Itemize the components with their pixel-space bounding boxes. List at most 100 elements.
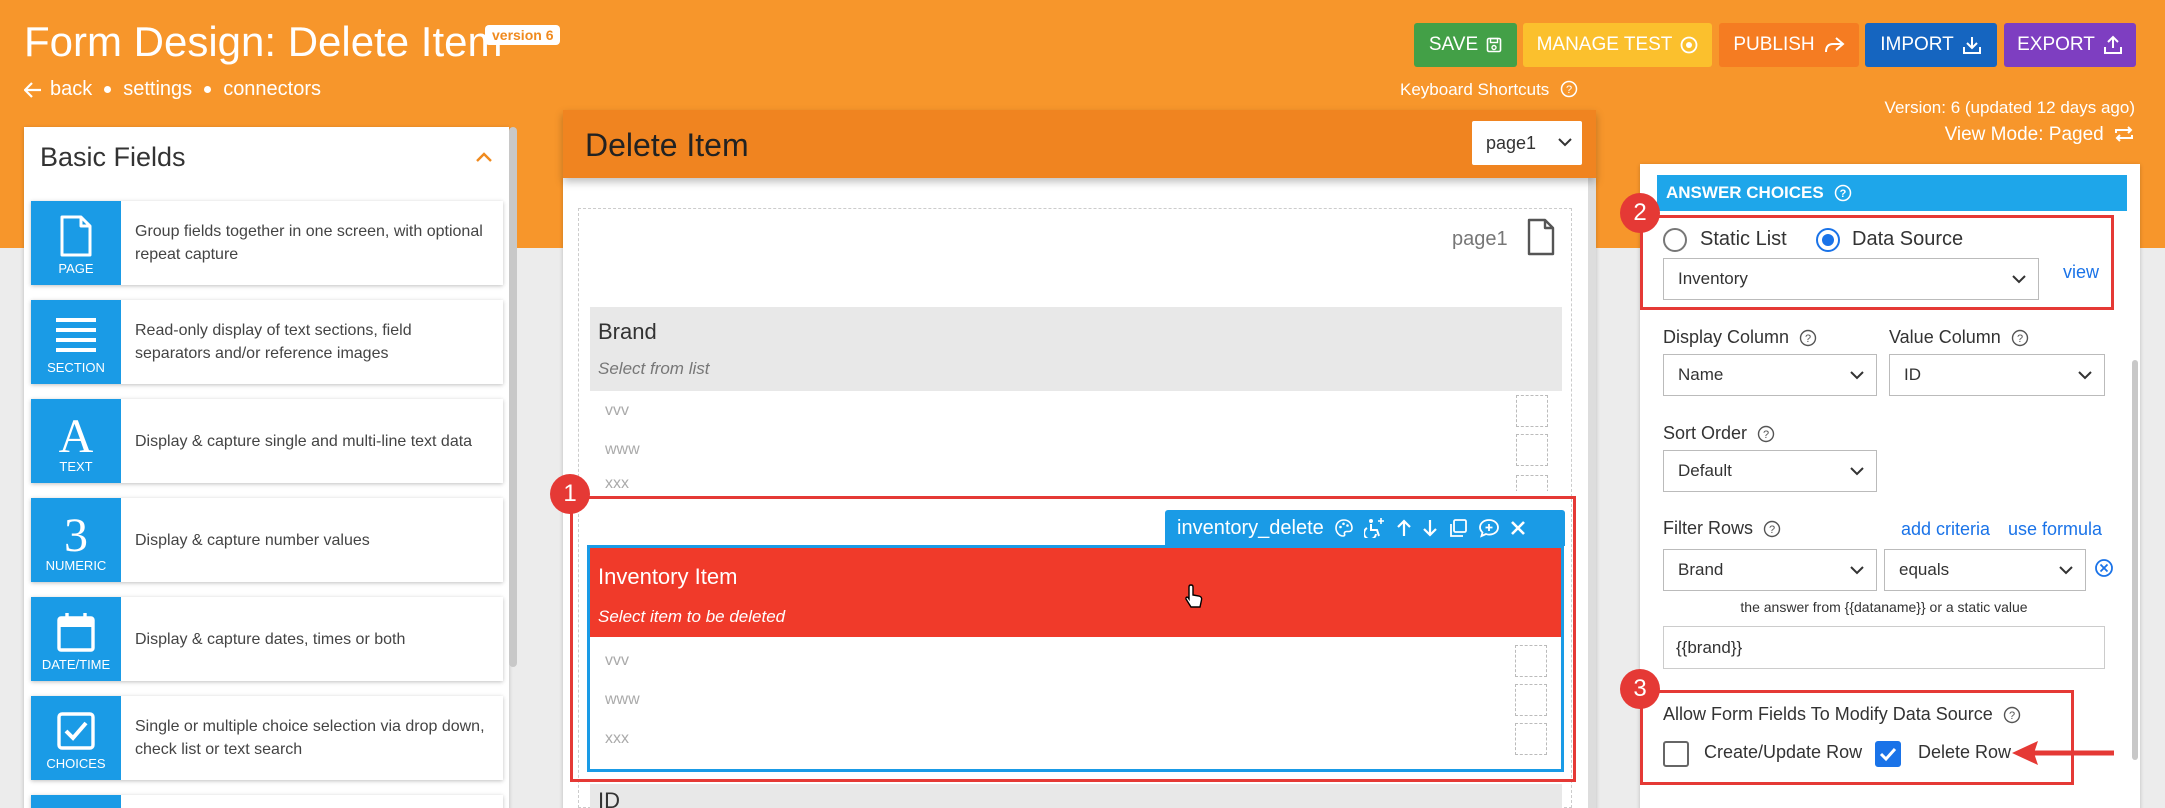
- sort-order-value: Default: [1678, 461, 1732, 480]
- field-choices[interactable]: CHOICES Single or multiple choice select…: [31, 696, 503, 780]
- properties-scrollbar[interactable]: [2132, 360, 2138, 760]
- filter-rows-label: Filter Rows ?: [1663, 518, 1781, 539]
- create-update-row-label: Create/Update Row: [1704, 742, 1863, 762]
- copy-icon[interactable]: [1448, 518, 1468, 538]
- save-button[interactable]: SAVE: [1414, 23, 1517, 67]
- view-link[interactable]: view: [2063, 262, 2099, 283]
- close-icon[interactable]: [1510, 520, 1526, 536]
- manage-test-button[interactable]: MANAGE TEST: [1523, 23, 1712, 67]
- settings-link[interactable]: settings: [123, 78, 192, 101]
- remove-filter-icon[interactable]: [2094, 558, 2114, 578]
- inventory-title: Inventory Item: [598, 564, 738, 589]
- data-source-select[interactable]: Inventory: [1663, 258, 2039, 300]
- option-checkbox[interactable]: [1515, 683, 1547, 716]
- inventory-question-header: Inventory Item Select item to be deleted: [590, 548, 1561, 637]
- id-question-partial[interactable]: ID: [590, 784, 1562, 808]
- help-icon[interactable]: ?: [2011, 329, 2029, 347]
- use-formula-link[interactable]: use formula: [2008, 519, 2102, 540]
- field-choices-label: CHOICES: [46, 755, 106, 771]
- import-button[interactable]: IMPORT: [1865, 23, 1997, 67]
- data-source-value: Inventory: [1678, 269, 1748, 288]
- field-numeric[interactable]: 3 NUMERIC Display & capture number value…: [31, 498, 503, 582]
- export-label: EXPORT: [2017, 34, 2095, 55]
- filter-operator-select[interactable]: equals: [1884, 549, 2086, 591]
- view-mode-toggle[interactable]: View Mode: Paged: [1945, 124, 2135, 146]
- chevron-up-icon[interactable]: [475, 151, 493, 163]
- field-section[interactable]: SECTION Read-only display of text sectio…: [31, 300, 503, 384]
- form-scrollbar[interactable]: [1588, 178, 1596, 808]
- answer-choices-title: ANSWER CHOICES: [1666, 183, 1824, 202]
- export-button[interactable]: EXPORT: [2004, 23, 2136, 67]
- help-icon: ?: [1560, 80, 1578, 98]
- data-source-radio[interactable]: [1816, 228, 1840, 252]
- field-datetime[interactable]: DATE/TIME Display & capture dates, times…: [31, 597, 503, 681]
- field-choices-desc: Single or multiple choice selection via …: [135, 718, 485, 758]
- option-checkbox[interactable]: [1516, 475, 1548, 491]
- basic-fields-header[interactable]: Basic Fields: [24, 127, 509, 187]
- brand-title: Brand: [598, 319, 657, 344]
- filter-field-select[interactable]: Brand: [1663, 549, 1877, 591]
- list-item[interactable]: www: [590, 430, 1562, 469]
- page-select[interactable]: page1: [1472, 121, 1582, 165]
- sort-order-label: Sort Order ?: [1663, 423, 1775, 444]
- add-criteria-link[interactable]: add criteria: [1901, 519, 1990, 540]
- page-icon: [60, 215, 92, 256]
- field-section-tile: SECTION: [31, 300, 121, 384]
- create-update-row-checkbox[interactable]: [1663, 741, 1689, 767]
- display-column-text: Display Column: [1663, 327, 1790, 347]
- field-page[interactable]: PAGE Group fields together in one screen…: [31, 201, 503, 285]
- help-icon[interactable]: ?: [1757, 425, 1775, 443]
- calendar-icon: [57, 612, 95, 652]
- value-column-select[interactable]: ID: [1889, 354, 2105, 396]
- static-list-radio[interactable]: [1663, 228, 1687, 252]
- accessibility-icon[interactable]: [1363, 518, 1386, 538]
- sort-order-select[interactable]: Default: [1663, 450, 1877, 492]
- save-label: SAVE: [1428, 34, 1479, 55]
- list-item[interactable]: vvv: [590, 641, 1561, 680]
- list-item[interactable]: www: [590, 680, 1561, 719]
- brand-question[interactable]: Brand Select from list vvv www xxx: [590, 307, 1562, 491]
- back-link[interactable]: back: [23, 78, 92, 101]
- data-source-label: Data Source: [1852, 228, 1964, 250]
- keyboard-shortcuts-link[interactable]: Keyboard Shortcuts ?: [1400, 80, 1578, 100]
- annotation-badge-1: 1: [550, 474, 590, 514]
- publish-label: PUBLISH: [1733, 34, 1815, 55]
- display-column-label: Display Column ?: [1663, 327, 1817, 348]
- version-badge: version 6: [485, 25, 561, 45]
- keyboard-shortcuts-label: Keyboard Shortcuts: [1400, 80, 1550, 99]
- option-checkbox[interactable]: [1515, 644, 1547, 677]
- option-checkbox[interactable]: [1516, 433, 1548, 466]
- filter-note: the answer from {{dataname}} or a static…: [1740, 599, 2028, 615]
- help-icon[interactable]: ?: [1799, 329, 1817, 347]
- field-section-desc: Read-only display of text sections, fiel…: [135, 322, 412, 362]
- arrow-up-icon[interactable]: [1396, 518, 1412, 538]
- field-dataname[interactable]: inventory_delete: [1177, 517, 1324, 540]
- filter-value-input[interactable]: {{brand}}: [1663, 626, 2105, 669]
- field-numeric-desc: Display & capture number values: [135, 531, 370, 549]
- help-icon[interactable]: ?: [1834, 184, 1852, 202]
- arrow-down-icon[interactable]: [1422, 518, 1438, 538]
- list-item[interactable]: vvv: [590, 391, 1562, 430]
- connectors-link[interactable]: connectors: [223, 78, 321, 101]
- field-text[interactable]: A TEXT Display & capture single and mult…: [31, 399, 503, 483]
- option-checkbox[interactable]: [1515, 722, 1547, 755]
- publish-button[interactable]: PUBLISH: [1719, 23, 1859, 67]
- field-next-partial[interactable]: [31, 795, 503, 808]
- field-text-desc: Display & capture single and multi-line …: [135, 432, 473, 450]
- list-item[interactable]: xxx: [590, 719, 1561, 758]
- inventory-question[interactable]: Inventory Item Select item to be deleted…: [587, 545, 1564, 772]
- display-column-select[interactable]: Name: [1663, 354, 1877, 396]
- import-label: IMPORT: [1880, 34, 1954, 55]
- svg-text:?: ?: [2009, 710, 2015, 722]
- option-checkbox[interactable]: [1516, 394, 1548, 427]
- chevron-down-icon: [1850, 371, 1864, 380]
- palette-icon[interactable]: [1334, 518, 1354, 538]
- help-icon[interactable]: ?: [2003, 706, 2021, 724]
- help-icon[interactable]: ?: [1763, 520, 1781, 538]
- delete-row-checkbox[interactable]: [1875, 741, 1901, 767]
- left-panel-scrollbar[interactable]: [509, 127, 517, 667]
- field-section-label: SECTION: [47, 359, 105, 375]
- list-item[interactable]: xxx: [590, 469, 1562, 491]
- basic-fields-panel: Basic Fields PAGE Group fields together …: [24, 127, 509, 808]
- comment-add-icon[interactable]: [1478, 518, 1500, 538]
